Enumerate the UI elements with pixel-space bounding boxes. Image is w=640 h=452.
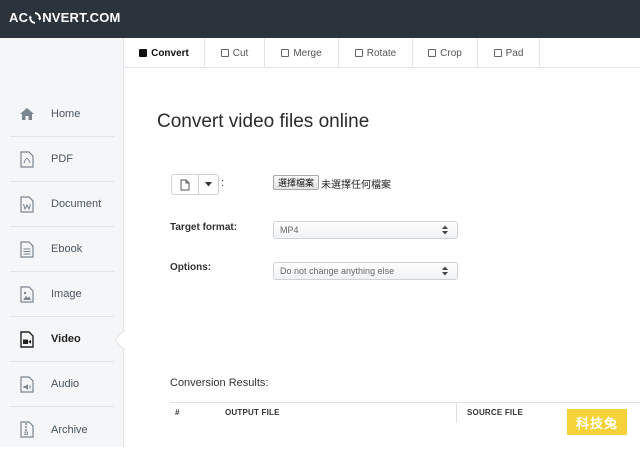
options-label: Options:: [170, 262, 212, 273]
sidebar-item-label: PDF: [51, 153, 73, 165]
tab-label: Crop: [440, 47, 462, 59]
column-header-output-file: OUTPUT FILE: [225, 408, 280, 417]
options-value: Do not change anything else: [280, 266, 395, 276]
sidebar-item-label: Ebook: [51, 243, 83, 255]
watermark-badge: 科技兔: [567, 409, 627, 435]
sidebar-item-image[interactable]: Image: [10, 272, 114, 317]
site-logo[interactable]: AC NVERT.COM: [9, 10, 121, 25]
file-source-button-group[interactable]: [171, 174, 219, 195]
sidebar-item-home[interactable]: Home: [10, 92, 114, 137]
no-file-selected-text: 未選擇任何檔案: [321, 180, 391, 191]
sidebar-item-document[interactable]: Document: [10, 182, 114, 227]
logo-cycle-icon: [29, 11, 42, 24]
tab-merge[interactable]: Merge: [265, 38, 339, 68]
top-header: AC NVERT.COM: [0, 0, 640, 38]
options-select[interactable]: Do not change anything else: [273, 262, 458, 280]
sidebar-item-label: Document: [51, 198, 102, 210]
select-arrows-icon: [442, 225, 448, 235]
conversion-results-label: Conversion Results:: [170, 377, 269, 389]
target-format-select[interactable]: MP4: [273, 221, 458, 239]
column-divider: [456, 403, 457, 423]
audio-icon: [18, 375, 36, 393]
choose-file-button[interactable]: 選擇檔案: [273, 175, 320, 190]
tab-crop[interactable]: Crop: [413, 38, 478, 68]
sidebar-item-label: Image: [51, 288, 82, 300]
sidebar-item-label: Audio: [51, 378, 80, 390]
sidebar-item-label: Home: [51, 108, 81, 120]
column-header-source-file: SOURCE FILE: [467, 408, 523, 417]
tab-convert[interactable]: Convert: [124, 38, 205, 68]
select-arrows-icon: [442, 266, 448, 276]
file-icon: [180, 179, 190, 190]
sidebar-item-video[interactable]: Video: [10, 317, 114, 362]
pdf-icon: [18, 150, 36, 168]
checkbox-icon: [281, 49, 290, 57]
tab-label: Pad: [505, 47, 524, 59]
sidebar-item-audio[interactable]: Audio: [10, 362, 114, 407]
sidebar-item-pdf[interactable]: PDF: [10, 137, 114, 182]
checkbox-icon: [354, 49, 363, 57]
home-icon: [18, 105, 36, 123]
tab-rotate[interactable]: Rotate: [339, 38, 413, 68]
tab-pad[interactable]: Pad: [478, 38, 540, 68]
checkbox-icon: [220, 49, 229, 57]
page-title: Convert video files online: [157, 111, 370, 132]
ebook-icon: [18, 240, 36, 258]
sidebar-item-label: Archive: [51, 423, 88, 436]
column-header-index: #: [175, 408, 180, 417]
checkbox-icon: [139, 49, 148, 57]
file-source-dropdown[interactable]: [199, 175, 218, 194]
caret-down-icon: [205, 182, 213, 187]
file-source-button[interactable]: [172, 175, 200, 194]
checkbox-icon: [428, 49, 437, 57]
document-icon: [18, 195, 36, 213]
file-field-colon: :: [221, 177, 225, 189]
image-icon: [18, 285, 36, 303]
checkbox-icon: [493, 49, 502, 57]
tab-label: Cut: [232, 47, 249, 59]
sidebar-item-label: Video: [51, 333, 81, 345]
tab-label: Convert: [151, 47, 189, 59]
target-format-label: Target format:: [170, 222, 238, 233]
logo-text-part2: NVERT.COM: [42, 10, 121, 25]
sidebar-item-ebook[interactable]: Ebook: [10, 227, 114, 272]
tab-label: Merge: [293, 47, 322, 59]
tool-tabs: Convert Cut Merge Rotate Crop Pad: [124, 38, 640, 68]
video-icon: [18, 330, 36, 348]
target-format-value: MP4: [280, 225, 299, 235]
archive-icon: [18, 421, 36, 439]
logo-text-part1: AC: [9, 10, 29, 25]
tab-label: Rotate: [366, 47, 397, 59]
tab-cut[interactable]: Cut: [205, 38, 265, 68]
sidebar-item-archive[interactable]: Archive: [10, 407, 114, 452]
